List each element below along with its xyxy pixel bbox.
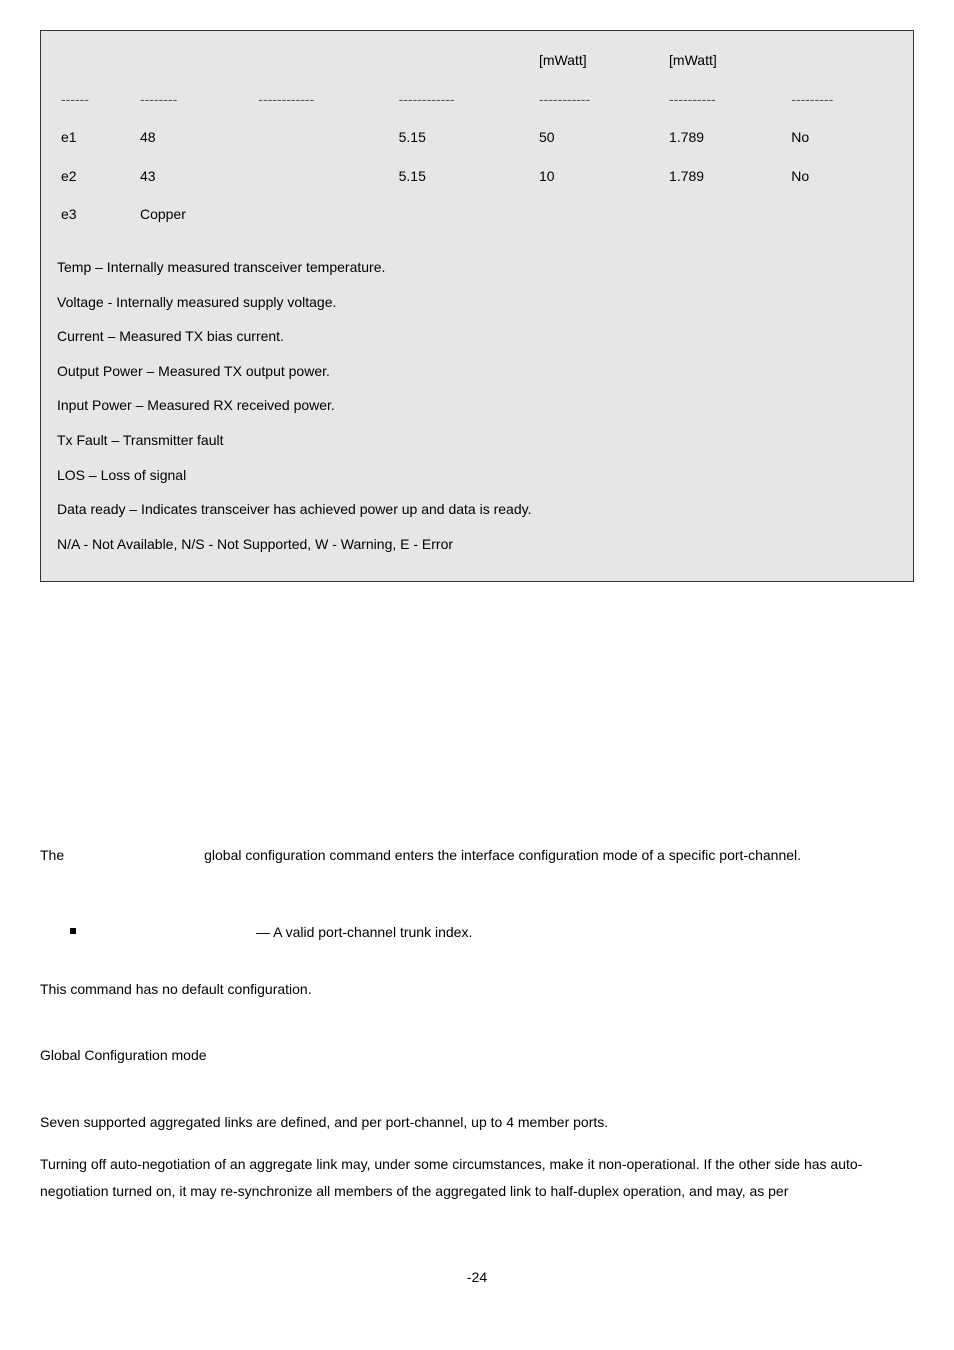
dash-col7: ---------: [787, 80, 897, 119]
page-number: -24: [40, 1264, 914, 1291]
dash-col4: ------------: [395, 80, 535, 119]
note-input: Input Power – Measured RX received power…: [57, 392, 897, 419]
note-output: Output Power – Measured TX output power.: [57, 358, 897, 385]
guideline-text-2: Turning off auto-negotiation of an aggre…: [40, 1151, 914, 1204]
hdr-col7: [787, 41, 897, 80]
bullet-text: — A valid port-channel trunk index.: [256, 919, 472, 946]
dash-col2: --------: [136, 80, 254, 119]
dash-col3: ------------: [254, 80, 394, 119]
cell-port: e3: [57, 195, 136, 234]
note-na: N/A - Not Available, N/S - Not Supported…: [57, 531, 897, 558]
intro-rest: global configuration command enters the …: [204, 842, 801, 869]
command-mode-text: Global Configuration mode: [40, 1042, 914, 1069]
output-panel: [mWatt] [mWatt] ------ -------- --------…: [40, 30, 914, 582]
cell-status: [787, 195, 897, 234]
cell-in: [665, 195, 787, 234]
table-row: e1 48 5.15 50 1.789 No: [57, 118, 897, 157]
cell-out: 50: [535, 118, 665, 157]
legend-notes: Temp – Internally measured transceiver t…: [57, 254, 897, 557]
intro-prefix: The: [40, 842, 64, 869]
intro-paragraph: The global configuration command enters …: [40, 842, 914, 869]
cell-temp: 48: [136, 118, 254, 157]
cell-curr: 5.15: [395, 118, 535, 157]
cell-out: [535, 195, 665, 234]
hdr-col5: [mWatt]: [535, 41, 665, 80]
param-bullet: — A valid port-channel trunk index.: [70, 919, 914, 946]
table-row: e3 Copper: [57, 195, 897, 234]
table-header-row: [mWatt] [mWatt]: [57, 41, 897, 80]
hdr-col6: [mWatt]: [665, 41, 787, 80]
guideline-text-1: Seven supported aggregated links are def…: [40, 1109, 914, 1136]
cell-status: No: [787, 157, 897, 196]
cell-in: 1.789: [665, 118, 787, 157]
cell-volt: [254, 195, 394, 234]
bullet-icon: [70, 928, 76, 934]
note-temp: Temp – Internally measured transceiver t…: [57, 254, 897, 281]
cell-port: e1: [57, 118, 136, 157]
page: [mWatt] [mWatt] ------ -------- --------…: [0, 0, 954, 1331]
cell-temp: Copper: [136, 195, 254, 234]
cell-volt: [254, 157, 394, 196]
cell-curr: 5.15: [395, 157, 535, 196]
cell-out: 10: [535, 157, 665, 196]
dash-col5: -----------: [535, 80, 665, 119]
note-data: Data ready – Indicates transceiver has a…: [57, 496, 897, 523]
note-voltage: Voltage - Internally measured supply vol…: [57, 289, 897, 316]
cell-status: No: [787, 118, 897, 157]
table-row: e2 43 5.15 10 1.789 No: [57, 157, 897, 196]
hdr-col1: [57, 41, 136, 80]
hdr-col4: [395, 41, 535, 80]
note-txfault: Tx Fault – Transmitter fault: [57, 427, 897, 454]
cell-volt: [254, 118, 394, 157]
dash-col6: ----------: [665, 80, 787, 119]
hdr-col2: [136, 41, 254, 80]
cell-port: e2: [57, 157, 136, 196]
transceiver-table: [mWatt] [mWatt] ------ -------- --------…: [57, 41, 897, 234]
default-config-text: This command has no default configuratio…: [40, 976, 914, 1003]
dash-col1: ------: [57, 80, 136, 119]
cell-curr: [395, 195, 535, 234]
cell-in: 1.789: [665, 157, 787, 196]
cell-temp: 43: [136, 157, 254, 196]
hdr-col3: [254, 41, 394, 80]
note-current: Current – Measured TX bias current.: [57, 323, 897, 350]
note-los: LOS – Loss of signal: [57, 462, 897, 489]
table-dash-row: ------ -------- ------------ -----------…: [57, 80, 897, 119]
